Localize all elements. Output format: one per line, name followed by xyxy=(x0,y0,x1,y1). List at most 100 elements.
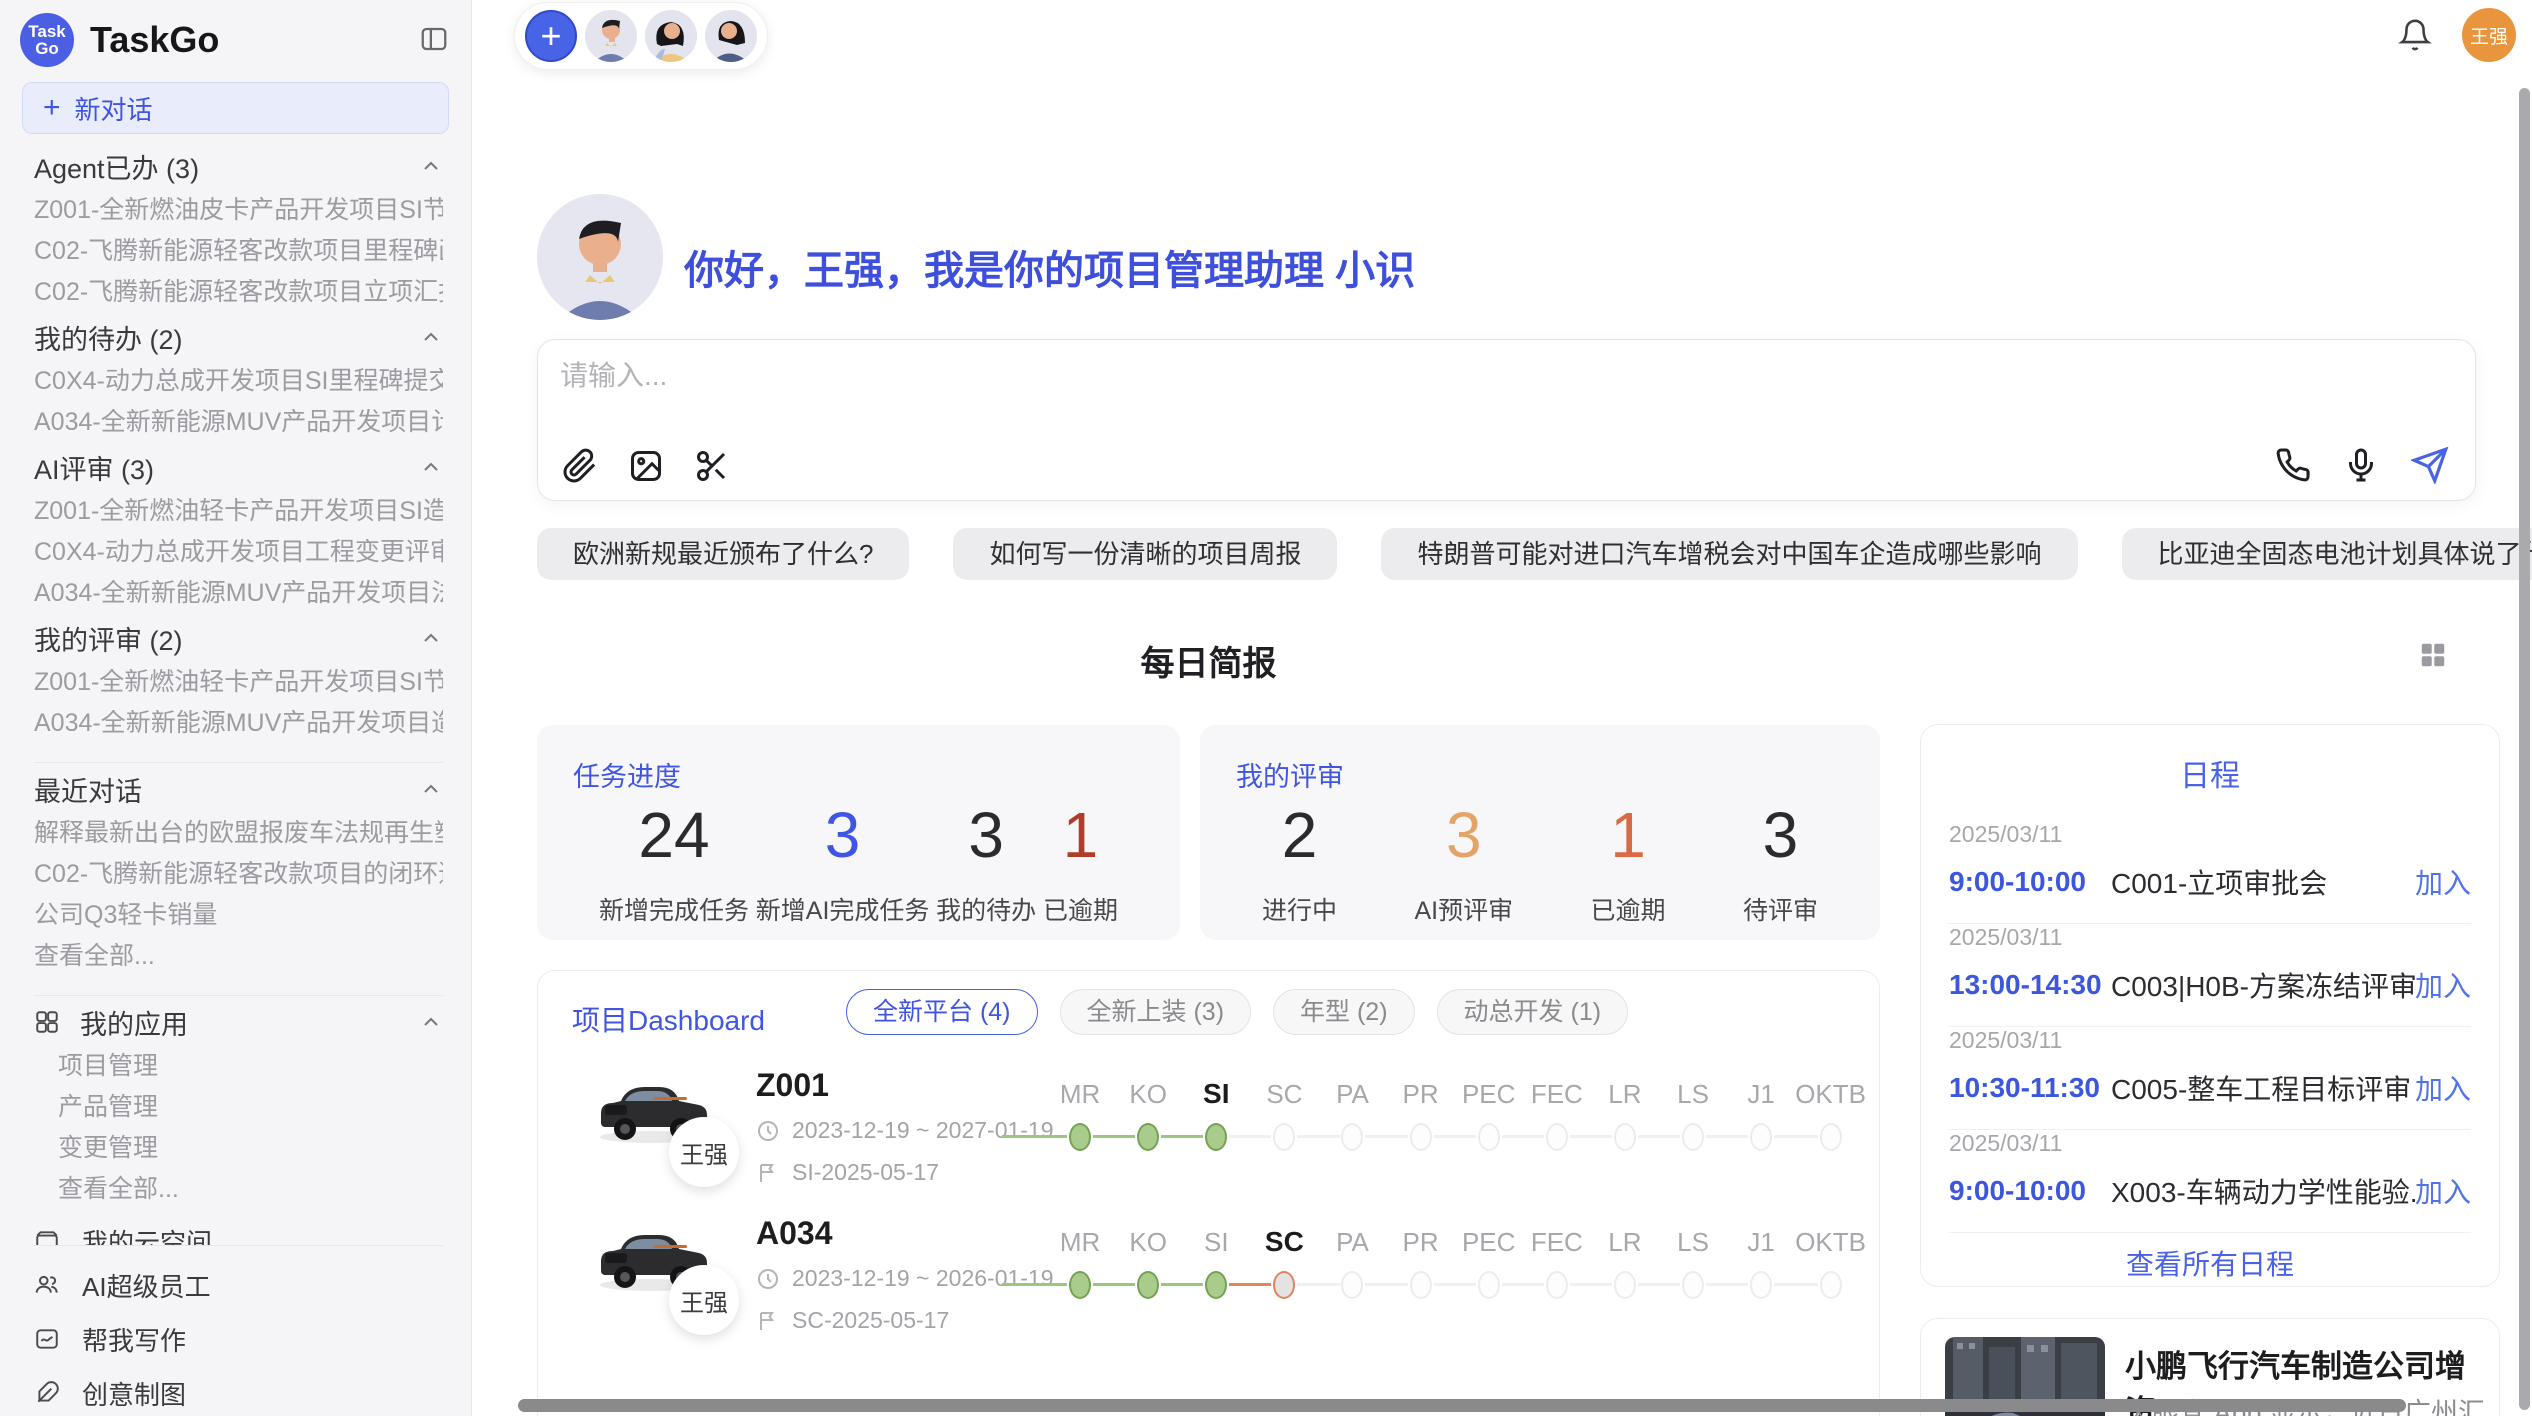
layout-grid-icon[interactable] xyxy=(2418,640,2448,670)
suggestion-chip[interactable]: 如何写一份清晰的项目周报 xyxy=(953,528,1337,580)
milestone-node: SC xyxy=(1250,1077,1318,1153)
sidebar-item[interactable]: Z001-全新燃油轻卡产品开发项目SI节点属性5D文件评审 xyxy=(34,669,443,695)
section-header[interactable]: 我的应用 xyxy=(34,1006,443,1038)
sidebar-item[interactable]: C02-飞腾新能源轻客改款项目里程碑画布 xyxy=(34,238,443,264)
sidebar-item[interactable]: Z001-全新燃油皮卡产品开发项目SI节点Lesson Learn报告 xyxy=(34,197,443,223)
sidebar-item[interactable]: A034-全新新能源MUV产品开发项目法规符合性评审 xyxy=(34,580,443,606)
milestone-dot xyxy=(1478,1271,1500,1299)
app-item-change-mgmt[interactable]: 变更管理 xyxy=(58,1135,443,1161)
milestone-dot xyxy=(1614,1123,1636,1151)
milestone-node: LR xyxy=(1591,1225,1659,1301)
project-row-z001[interactable]: 王强 Z001 2023-12-19 ~ 2027-01-19 SI-2025-… xyxy=(538,1059,1879,1219)
vertical-scrollbar[interactable] xyxy=(2519,88,2530,1410)
section-header[interactable]: Agent已办 (3) xyxy=(34,150,443,182)
stat-ai-prereview: 3AI预评审 xyxy=(1414,803,1513,927)
app-item-project-mgmt[interactable]: 项目管理 xyxy=(58,1053,443,1079)
feather-icon xyxy=(34,1380,60,1406)
sidebar-item[interactable]: C0X4-动力总成开发项目工程变更评审 xyxy=(34,539,443,565)
section-header[interactable]: AI评审 (3) xyxy=(34,451,443,483)
sidebar-item[interactable]: A034-全新新能源MUV产品开发项目计划变更表编写 xyxy=(34,409,443,435)
sidebar-item[interactable]: A034-全新新能源MUV产品开发项目造型可行性评审 xyxy=(34,710,443,736)
section-header[interactable]: 我的待办 (2) xyxy=(34,321,443,353)
task-progress-card: 任务进度 24新增完成任务 3新增AI完成任务 3我的待办 1已逾期 xyxy=(537,725,1180,940)
milestone-node: OKTB xyxy=(1795,1077,1866,1153)
milestone-dot xyxy=(1614,1271,1636,1299)
agent-avatar-1[interactable] xyxy=(585,10,637,62)
milestone-dot xyxy=(1137,1123,1159,1151)
user-avatar[interactable]: 王强 xyxy=(2462,8,2516,62)
schedule-item: 2025/03/11 9:00-10:00 C001-立项审批会 加入 xyxy=(1949,821,2471,924)
clock-icon xyxy=(756,1119,780,1143)
sidebar-item[interactable]: C0X4-动力总成开发项目SI里程碑提交物检查 xyxy=(34,368,443,394)
dashboard-title: 项目Dashboard xyxy=(572,999,765,1039)
agent-switcher: + xyxy=(514,2,768,70)
sidebar-item[interactable]: Z001-全新燃油轻卡产品开发项目SI造型提交物评审 xyxy=(34,498,443,524)
agent-avatar-2[interactable] xyxy=(645,10,697,62)
sidebar-item[interactable]: C02-飞腾新能源轻客改款项目立项汇报方案 xyxy=(34,279,443,305)
milestone-node: FEC xyxy=(1523,1077,1591,1153)
section-header[interactable]: 最近对话 xyxy=(34,773,443,805)
divider xyxy=(34,995,443,996)
project-dates: 2023-12-19 ~ 2027-01-19 xyxy=(792,1117,1054,1144)
greeting-text: 你好，王强，我是你的项目管理助理 小识 xyxy=(684,238,1415,296)
join-link[interactable]: 加入 xyxy=(2415,1171,2471,1211)
project-row-a034[interactable]: 王强 A034 2023-12-19 ~ 2026-01-19 SC-2025-… xyxy=(538,1207,1879,1367)
schedule-name: C003|H0B-方案冻结评审 xyxy=(2111,965,2415,1005)
project-code: A034 xyxy=(756,1215,833,1252)
new-chat-button[interactable]: + 新对话 xyxy=(22,82,449,134)
project-flag: SI-2025-05-17 xyxy=(792,1159,939,1186)
tab-new-body[interactable]: 全新上装 (3) xyxy=(1060,989,1252,1035)
join-link[interactable]: 加入 xyxy=(2415,1068,2471,1108)
suggestion-chip[interactable]: 欧洲新规最近颁布了什么? xyxy=(537,528,909,580)
sidebar-item-view-all[interactable]: 查看全部... xyxy=(34,943,443,969)
sidebar-item-ai-employee[interactable]: AI超级员工 xyxy=(34,1270,443,1300)
tab-powertrain[interactable]: 动总开发 (1) xyxy=(1437,989,1629,1035)
sidebar-item[interactable]: 解释最新出台的欧盟报废车法规再生塑料比例被调至15%... xyxy=(34,820,443,846)
sidebar-item[interactable]: 公司Q3轻卡销量 xyxy=(34,902,443,928)
milestone-dot xyxy=(1820,1271,1842,1299)
stat-my-todo: 3我的待办 xyxy=(936,803,1036,927)
view-all-schedule-link[interactable]: 查看所有日程 xyxy=(1921,1243,2499,1283)
schedule-time: 9:00-10:00 xyxy=(1949,1175,2111,1207)
add-agent-button[interactable]: + xyxy=(525,10,577,62)
milestone-dot xyxy=(1478,1123,1500,1151)
section-header[interactable]: 我的评审 (2) xyxy=(34,622,443,654)
clock-icon xyxy=(756,1267,780,1291)
tab-new-platform[interactable]: 全新平台 (4) xyxy=(846,989,1038,1035)
suggestion-chip[interactable]: 特朗普可能对进口汽车增税会对中国车企造成哪些影响 xyxy=(1381,528,2077,580)
project-flag: SC-2025-05-17 xyxy=(792,1307,949,1334)
milestone-node: PEC xyxy=(1455,1225,1523,1301)
agent-avatar-3[interactable] xyxy=(705,10,757,62)
chat-input[interactable] xyxy=(560,354,2453,424)
phone-icon[interactable] xyxy=(2275,447,2311,483)
tab-year-model[interactable]: 年型 (2) xyxy=(1273,989,1415,1035)
my-review-card: 我的评审 2进行中 3AI预评审 1已逾期 3待评审 xyxy=(1200,725,1880,940)
card-title: 任务进度 xyxy=(573,755,681,794)
app-item-product-mgmt[interactable]: 产品管理 xyxy=(58,1094,443,1120)
daily-brief-title: 每日简报 xyxy=(537,636,1880,685)
milestone-node: PR xyxy=(1387,1077,1455,1153)
sidebar-item[interactable]: C02-飞腾新能源轻客改款项目的闭环通告反馈情况 xyxy=(34,861,443,887)
microphone-icon[interactable] xyxy=(2343,447,2379,483)
sidebar-collapse-icon[interactable] xyxy=(419,24,449,54)
notification-bell-icon[interactable] xyxy=(2398,18,2432,52)
milestone-node: KO xyxy=(1114,1225,1182,1301)
image-icon[interactable] xyxy=(628,448,664,484)
suggestion-chip[interactable]: 比亚迪全固态电池计划具体说了什么 xyxy=(2122,528,2532,580)
horizontal-scrollbar[interactable] xyxy=(518,1399,2406,1412)
join-link[interactable]: 加入 xyxy=(2415,862,2471,902)
join-link[interactable]: 加入 xyxy=(2415,965,2471,1005)
milestone-dot xyxy=(1137,1271,1159,1299)
card-title: 我的评审 xyxy=(1236,755,1344,794)
milestone-dot xyxy=(1410,1123,1432,1151)
milestone-node: LR xyxy=(1591,1077,1659,1153)
new-chat-label: 新对话 xyxy=(75,90,153,127)
attachment-icon[interactable] xyxy=(562,448,598,484)
sidebar-item-help-write[interactable]: 帮我写作 xyxy=(34,1324,443,1354)
milestone-node: LS xyxy=(1659,1225,1727,1301)
scissors-icon[interactable] xyxy=(694,448,730,484)
app-item-view-all[interactable]: 查看全部... xyxy=(58,1176,443,1202)
sidebar-item-creative-draw[interactable]: 创意制图 xyxy=(34,1378,443,1408)
send-icon[interactable] xyxy=(2411,446,2449,484)
stat-new-done: 24新增完成任务 xyxy=(599,803,749,927)
